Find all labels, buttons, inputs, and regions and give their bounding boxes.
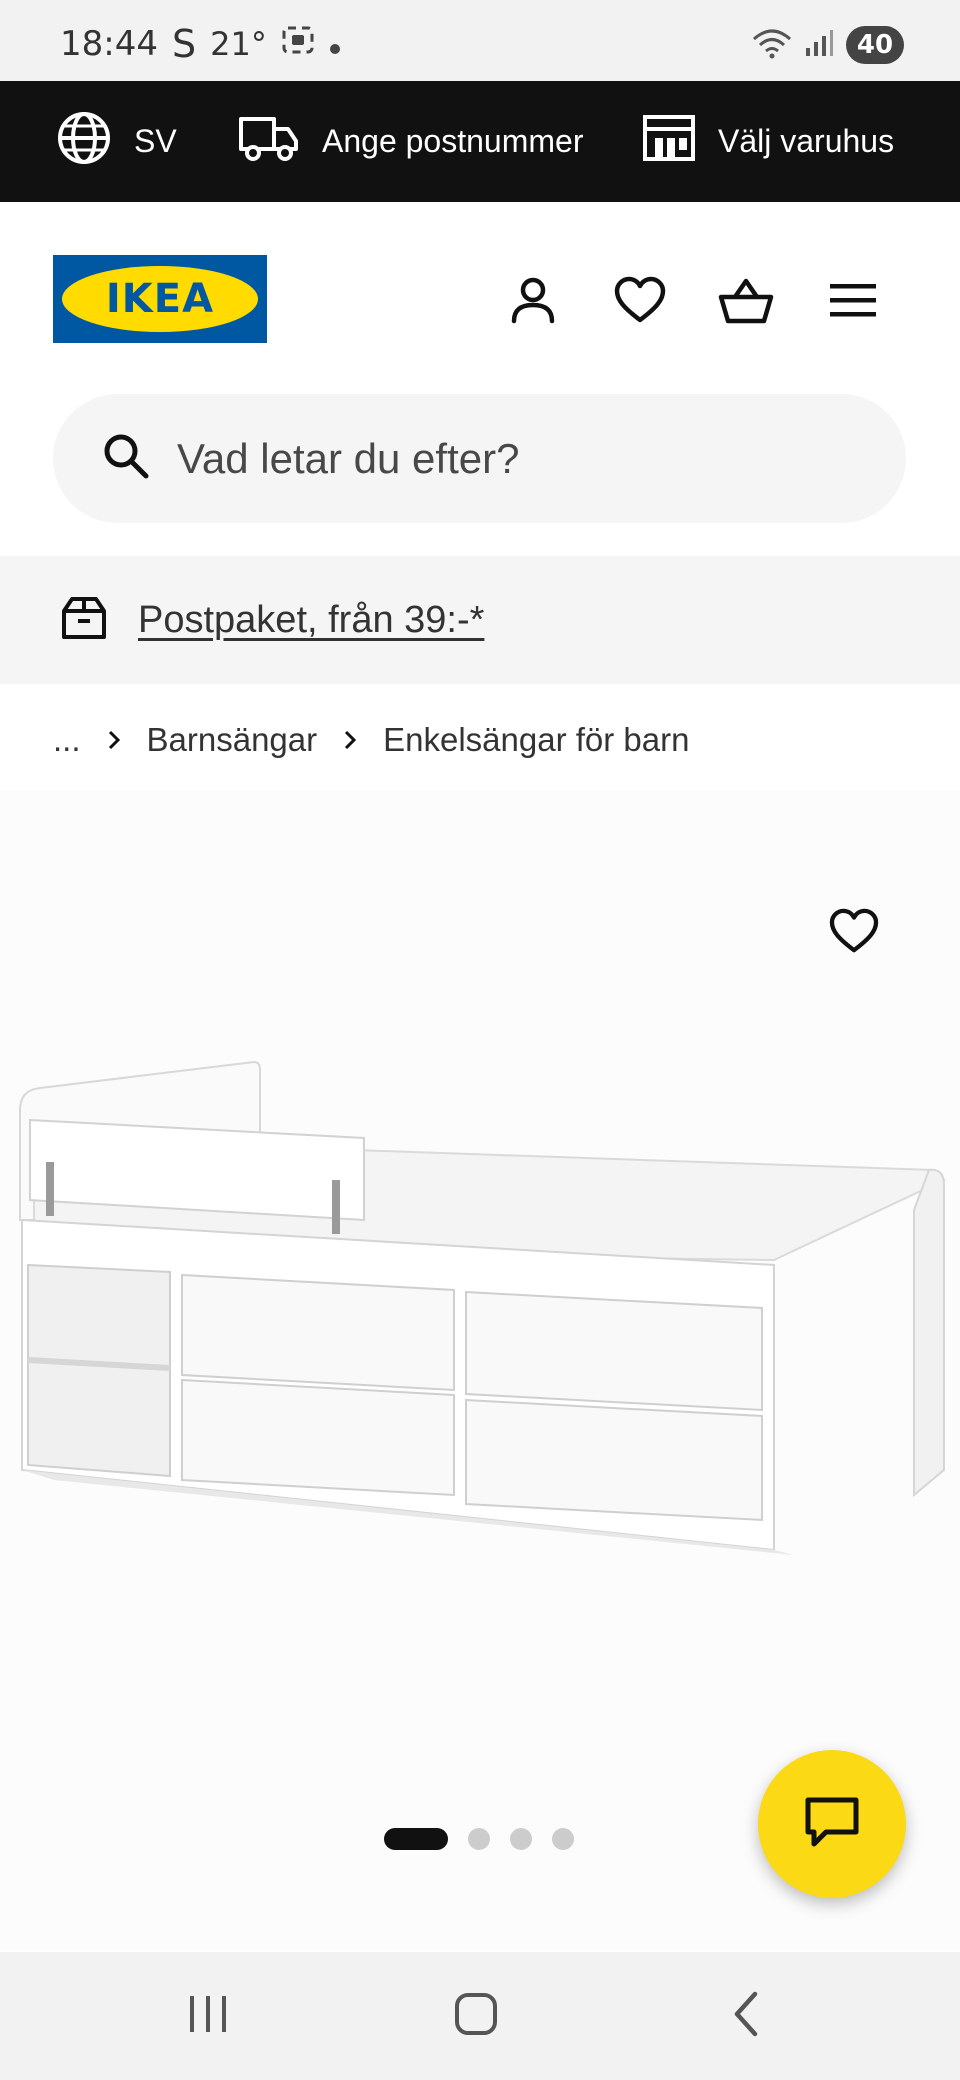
- site-header: IKEA: [0, 202, 960, 388]
- globe-icon: [56, 110, 112, 174]
- status-time: 18:44: [60, 24, 158, 64]
- breadcrumb-ellipsis[interactable]: ...: [53, 721, 81, 759]
- store-icon: [642, 114, 696, 170]
- postal-code-label: Ange postnummer: [322, 123, 584, 159]
- utility-bar: SV Ange postnummer Välj varuhus: [0, 81, 960, 202]
- screenshot-icon: [281, 24, 315, 64]
- ikea-logo[interactable]: IKEA: [53, 255, 267, 343]
- language-label: SV: [134, 123, 177, 159]
- postal-code-selector[interactable]: Ange postnummer: [238, 81, 583, 202]
- battery-indicator: 40: [846, 26, 904, 64]
- heart-icon: [829, 908, 879, 959]
- add-to-wishlist-button[interactable]: [826, 905, 882, 961]
- language-selector[interactable]: SV: [56, 81, 177, 202]
- breadcrumb-item-enkelsangar[interactable]: Enkelsängar för barn: [383, 721, 689, 759]
- signal-icon: [804, 28, 834, 63]
- store-selector[interactable]: Välj varuhus: [642, 81, 894, 202]
- home-icon: [453, 1991, 499, 2042]
- carousel-dot-1[interactable]: [384, 1828, 448, 1850]
- search-bar[interactable]: Vad letar du efter?: [53, 394, 906, 523]
- carousel-dot-4[interactable]: [552, 1828, 574, 1850]
- chevron-right-icon: [343, 729, 357, 751]
- recent-apps-button[interactable]: [148, 1952, 268, 2080]
- back-button[interactable]: [686, 1952, 806, 2080]
- product-image: [14, 1050, 950, 1575]
- store-label: Välj varuhus: [718, 123, 895, 159]
- recent-apps-icon: [186, 1992, 230, 2041]
- carrier-mark: S: [171, 22, 197, 66]
- menu-icon[interactable]: [825, 272, 881, 328]
- status-bar: 18:44 S 21° 40: [0, 0, 960, 81]
- status-right: 40: [752, 26, 904, 64]
- back-icon: [731, 1990, 761, 2043]
- promo-link[interactable]: Postpaket, från 39:-*: [138, 599, 484, 642]
- chat-icon: [804, 1796, 860, 1853]
- wifi-icon: [752, 27, 792, 64]
- delivery-truck-icon: [238, 113, 300, 171]
- chat-button[interactable]: [758, 1750, 906, 1898]
- account-icon[interactable]: [505, 272, 561, 328]
- wishlist-icon[interactable]: [612, 272, 668, 328]
- breadcrumb-item-barnsangar[interactable]: Barnsängar: [147, 721, 318, 759]
- search-icon: [103, 433, 149, 484]
- logo-oval: IKEA: [62, 266, 258, 332]
- breadcrumb: ... Barnsängar Enkelsängar för barn: [53, 712, 689, 768]
- carousel-dot-3[interactable]: [510, 1828, 532, 1850]
- logo-text: IKEA: [105, 276, 215, 322]
- carousel-dot-2[interactable]: [468, 1828, 490, 1850]
- carousel-indicator: [384, 1828, 574, 1850]
- home-button[interactable]: [416, 1952, 536, 2080]
- search-placeholder: Vad letar du efter?: [177, 434, 520, 482]
- temperature: 21°: [210, 25, 267, 63]
- status-left: 18:44 S 21°: [60, 22, 341, 66]
- notification-dot-icon: [329, 24, 341, 64]
- parcel-icon: [60, 595, 108, 646]
- chevron-right-icon: [107, 729, 121, 751]
- system-nav-bar: [0, 1952, 960, 2080]
- cart-icon[interactable]: [718, 272, 774, 328]
- promo-banner: Postpaket, från 39:-*: [0, 556, 960, 684]
